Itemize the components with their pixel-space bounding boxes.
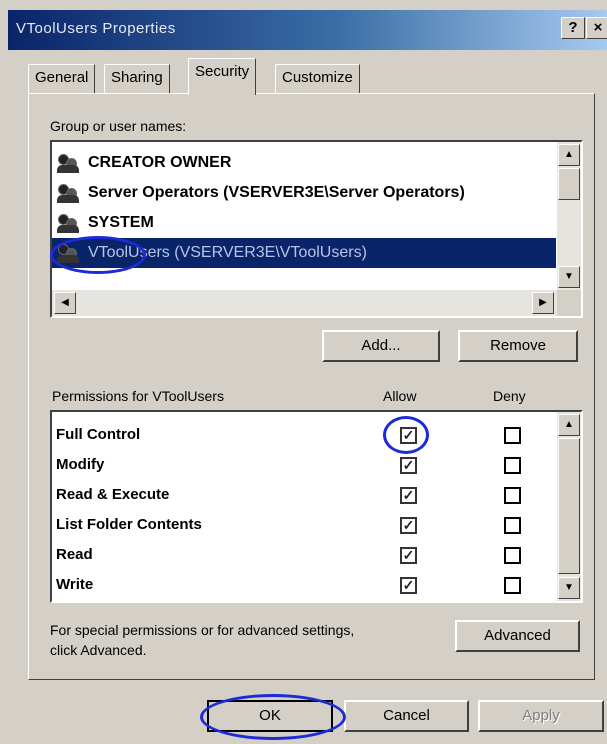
title-bar[interactable]: VToolUsers Properties ? × bbox=[8, 10, 607, 50]
allow-header: Allow bbox=[383, 388, 417, 404]
deny-checkbox[interactable] bbox=[504, 457, 521, 474]
apply-button[interactable]: Apply bbox=[478, 700, 604, 732]
permission-full-control: Full Control bbox=[56, 426, 141, 443]
scroll-up-icon[interactable]: ▲ bbox=[558, 414, 580, 436]
users-label: Group or user names: bbox=[50, 118, 187, 134]
user-item-label: SYSTEM bbox=[88, 214, 154, 231]
window-title: VToolUsers Properties bbox=[16, 20, 176, 37]
properties-dialog: VToolUsers Properties ? × General Sharin… bbox=[0, 0, 607, 744]
group-icon bbox=[56, 182, 82, 204]
deny-header: Deny bbox=[493, 388, 526, 404]
deny-checkbox[interactable] bbox=[504, 427, 521, 444]
deny-checkbox[interactable] bbox=[504, 547, 521, 564]
allow-checkbox[interactable]: ✓ bbox=[400, 547, 417, 564]
allow-checkbox[interactable]: ✓ bbox=[400, 427, 417, 444]
permission-read-execute: Read & Execute bbox=[56, 486, 170, 503]
tab-customize[interactable]: Customize bbox=[275, 64, 360, 94]
scroll-up-icon[interactable]: ▲ bbox=[558, 144, 580, 166]
user-item-label: VToolUsers (VSERVER3E\VToolUsers) bbox=[88, 244, 367, 261]
tab-general[interactable]: General bbox=[28, 64, 96, 94]
deny-checkbox[interactable] bbox=[504, 517, 521, 534]
users-listbox[interactable]: CREATOR OWNER Server Operators (VSERVER3… bbox=[50, 140, 583, 318]
allow-checkbox[interactable]: ✓ bbox=[400, 517, 417, 534]
group-icon bbox=[56, 212, 82, 234]
permissions-label: Permissions for VToolUsers bbox=[52, 388, 224, 404]
scroll-down-icon[interactable]: ▼ bbox=[558, 266, 580, 288]
group-icon bbox=[56, 242, 82, 264]
advanced-note-line1: For special permissions or for advanced … bbox=[50, 622, 355, 638]
allow-checkbox[interactable]: ✓ bbox=[400, 457, 417, 474]
scroll-thumb[interactable] bbox=[558, 168, 580, 200]
permission-read: Read bbox=[56, 546, 93, 563]
advanced-note-line2: click Advanced. bbox=[50, 642, 147, 658]
ok-button[interactable]: OK bbox=[207, 700, 333, 732]
permission-modify: Modify bbox=[56, 456, 105, 473]
permissions-list: Full Control Modify Read & Execute List … bbox=[50, 410, 583, 603]
deny-checkbox[interactable] bbox=[504, 577, 521, 594]
deny-checkbox[interactable] bbox=[504, 487, 521, 504]
remove-button[interactable]: Remove bbox=[458, 330, 578, 362]
user-item-system[interactable]: SYSTEM bbox=[56, 208, 154, 238]
permission-write: Write bbox=[56, 576, 94, 593]
user-item-vtoolusers[interactable]: VToolUsers (VSERVER3E\VToolUsers) bbox=[52, 238, 556, 268]
scroll-thumb[interactable] bbox=[558, 438, 580, 574]
advanced-button[interactable]: Advanced bbox=[455, 620, 580, 652]
scroll-down-icon[interactable]: ▼ bbox=[558, 577, 580, 599]
tab-security[interactable]: Security bbox=[188, 58, 257, 95]
group-icon bbox=[56, 152, 82, 174]
scroll-left-icon[interactable]: ◀ bbox=[54, 292, 76, 314]
user-item-creator-owner[interactable]: CREATOR OWNER bbox=[56, 148, 231, 178]
help-button[interactable]: ? bbox=[561, 17, 585, 39]
users-vertical-scrollbar[interactable]: ▲ ▼ bbox=[557, 142, 581, 290]
users-horizontal-scrollbar[interactable]: ◀ ▶ bbox=[52, 290, 558, 316]
user-item-label: Server Operators (VSERVER3E\Server Opera… bbox=[88, 184, 465, 201]
user-item-label: CREATOR OWNER bbox=[88, 154, 232, 171]
scroll-corner bbox=[557, 290, 581, 316]
add-button[interactable]: Add... bbox=[322, 330, 440, 362]
scroll-right-icon[interactable]: ▶ bbox=[532, 292, 554, 314]
allow-checkbox[interactable]: ✓ bbox=[400, 487, 417, 504]
allow-checkbox[interactable]: ✓ bbox=[400, 577, 417, 594]
permissions-scrollbar[interactable]: ▲ ▼ bbox=[557, 412, 581, 601]
user-item-server-operators[interactable]: Server Operators (VSERVER3E\Server Opera… bbox=[56, 178, 465, 208]
permission-list-folder: List Folder Contents bbox=[56, 516, 202, 533]
tab-sharing[interactable]: Sharing bbox=[104, 64, 170, 94]
cancel-button[interactable]: Cancel bbox=[344, 700, 469, 732]
close-button[interactable]: × bbox=[586, 17, 607, 39]
